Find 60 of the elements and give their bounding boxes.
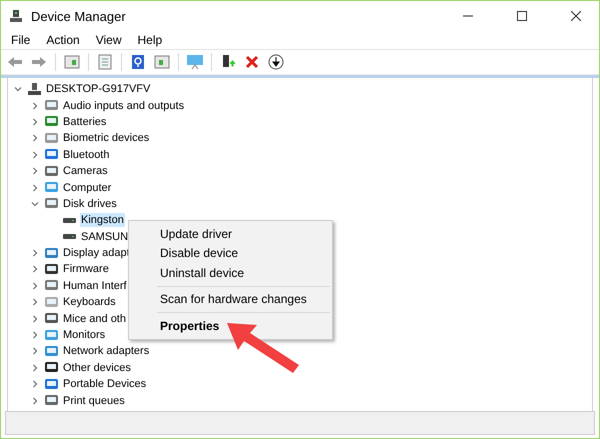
tree-item[interactable]: Kingston <box>80 213 125 228</box>
expand-chevron-icon[interactable] <box>31 102 39 110</box>
expand-chevron-icon[interactable] <box>31 184 39 192</box>
tree-item[interactable]: DESKTOP-G917VFV <box>45 82 152 96</box>
expand-chevron-icon[interactable] <box>31 265 39 274</box>
tree-item[interactable]: Mice and oth <box>62 312 127 326</box>
device-icon <box>44 376 59 392</box>
context-menu-item[interactable]: Uninstall device <box>129 263 332 282</box>
expand-chevron-icon[interactable] <box>31 282 39 290</box>
collapse-chevron-icon[interactable] <box>14 85 22 94</box>
tree-item[interactable]: Computer <box>62 180 112 195</box>
tree-item[interactable]: Biometric devices <box>62 131 150 146</box>
device-icon <box>44 262 59 277</box>
computer-icon <box>27 82 42 97</box>
device-icon <box>44 130 59 146</box>
tree-item[interactable]: Bluetooth <box>62 148 110 162</box>
context-menu-item[interactable]: Properties <box>129 316 332 336</box>
tree-item[interactable]: Batteries <box>62 114 108 129</box>
window-title: Device Manager <box>31 8 127 24</box>
expand-chevron-icon[interactable] <box>31 167 39 176</box>
tree-item[interactable]: Disk drives <box>62 196 118 211</box>
expand-chevron-icon[interactable] <box>31 249 39 258</box>
tree-item[interactable]: Human Interf <box>62 278 128 293</box>
tree-item[interactable]: Print queues <box>62 394 126 408</box>
tree-item[interactable]: Other devices <box>62 360 132 375</box>
expand-chevron-icon[interactable] <box>31 396 39 405</box>
menu-item[interactable]: Action <box>38 33 88 47</box>
expand-chevron-icon[interactable] <box>31 118 39 126</box>
tree-item[interactable]: Network adapters <box>62 344 150 358</box>
expand-chevron-icon[interactable] <box>31 347 39 356</box>
device-icon <box>44 164 59 179</box>
tree-item[interactable]: Portable Devices <box>62 377 148 392</box>
close-icon <box>571 11 581 21</box>
expand-chevron-icon[interactable] <box>31 331 39 340</box>
tree-item[interactable]: Audio inputs and outputs <box>62 98 186 113</box>
device-icon <box>44 344 59 359</box>
expand-chevron-icon[interactable] <box>31 150 39 159</box>
tree-item[interactable]: Firmware <box>62 262 110 276</box>
menu-item[interactable]: View <box>88 33 130 47</box>
device-icon <box>44 246 59 261</box>
menu-item[interactable]: Help <box>130 33 170 47</box>
collapse-chevron-icon[interactable] <box>31 200 39 208</box>
expand-chevron-icon[interactable] <box>31 364 39 372</box>
expand-chevron-icon[interactable] <box>31 134 39 142</box>
expand-chevron-icon[interactable] <box>31 380 39 388</box>
menu-item[interactable]: File <box>3 33 38 47</box>
expand-chevron-icon[interactable] <box>31 314 39 323</box>
device-icon <box>44 328 59 343</box>
expand-chevron-icon[interactable] <box>31 298 39 306</box>
download-icon[interactable] <box>266 52 286 72</box>
context-menu-item[interactable]: Update driver <box>129 224 332 244</box>
tree-item[interactable]: SAMSUN <box>80 230 130 244</box>
device-icon <box>44 294 59 310</box>
context-menu-item[interactable]: Scan for hardware changes <box>129 290 332 309</box>
maximize-icon <box>517 11 527 21</box>
tree-item[interactable]: Cameras <box>62 164 109 178</box>
app-icon <box>9 9 23 23</box>
tree-item[interactable]: Keyboards <box>62 295 117 310</box>
context-menu-item[interactable]: Disable device <box>129 244 332 263</box>
tree-item[interactable]: Monitors <box>62 328 106 342</box>
